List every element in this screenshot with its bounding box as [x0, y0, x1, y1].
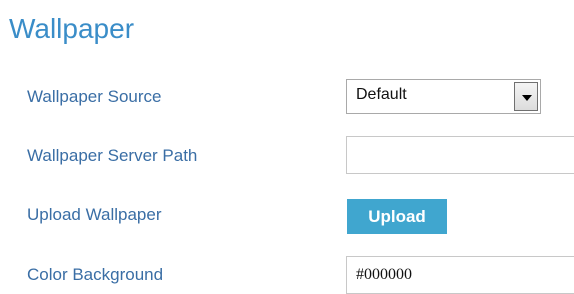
chevron-down-icon[interactable] — [514, 82, 538, 111]
color-background-label: Color Background — [27, 265, 164, 284]
wallpaper-source-label: Wallpaper Source — [27, 87, 162, 106]
color-background-input[interactable]: #000000 — [346, 256, 574, 294]
upload-wallpaper-label: Upload Wallpaper — [27, 205, 162, 224]
wallpaper-source-select[interactable]: Default — [346, 79, 541, 114]
wallpaper-server-path-label: Wallpaper Server Path — [27, 146, 198, 165]
upload-button[interactable]: Upload — [347, 199, 447, 234]
wallpaper-server-path-input[interactable] — [346, 136, 574, 174]
page-title: Wallpaper — [9, 13, 135, 44]
wallpaper-source-selected-value: Default — [356, 86, 407, 103]
